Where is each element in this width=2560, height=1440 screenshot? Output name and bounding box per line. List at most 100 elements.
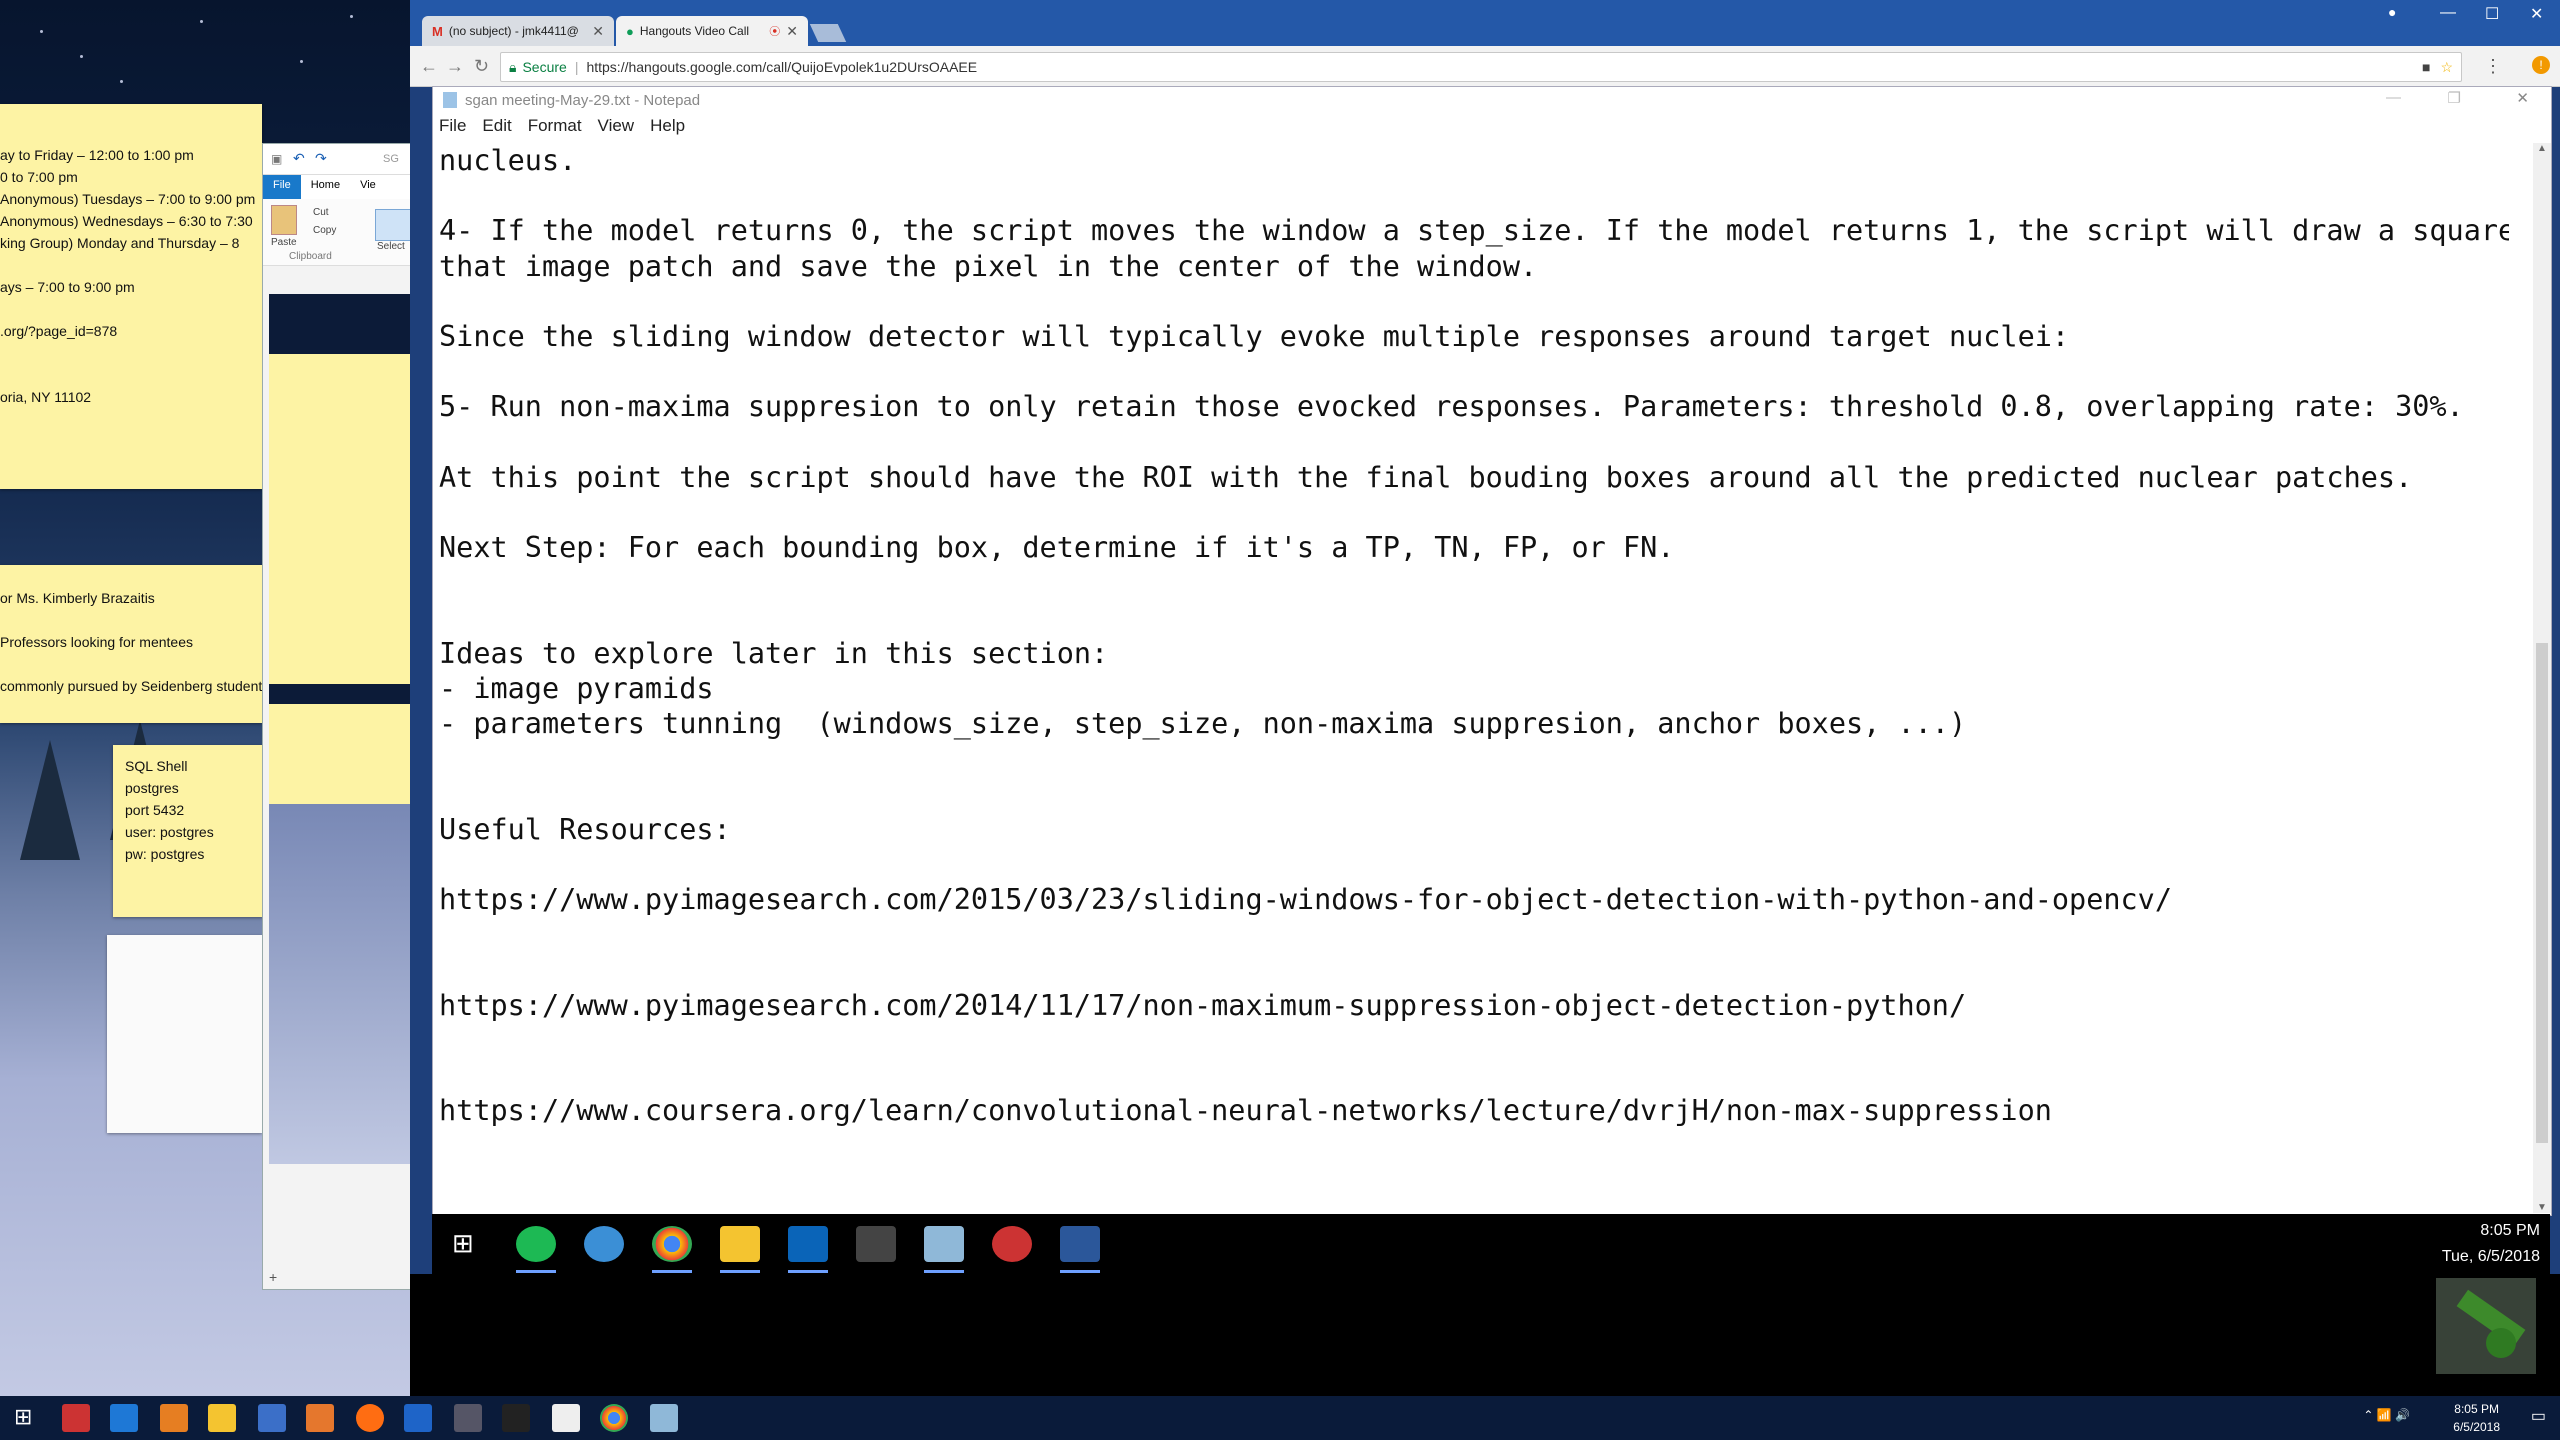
sticky-line	[0, 609, 262, 631]
restore-icon[interactable]: ❐	[2448, 89, 2461, 107]
paste-button[interactable]: Paste	[271, 237, 297, 248]
host-time: 8:05 PM	[2454, 1402, 2499, 1416]
app-icon[interactable]	[258, 1404, 286, 1432]
app-icon[interactable]	[454, 1404, 482, 1432]
preview-pane	[269, 294, 411, 1164]
select-icon[interactable]	[375, 209, 411, 241]
profile-icon[interactable]: ●	[2388, 4, 2396, 20]
chrome-icon[interactable]	[652, 1226, 692, 1262]
notepad-title: sgan meeting-May-29.txt - Notepad	[465, 91, 701, 109]
paste-icon[interactable]	[271, 205, 297, 235]
tab-home[interactable]: Home	[301, 175, 350, 199]
hangouts-icon: ●	[626, 23, 634, 39]
gmail-icon: M	[432, 23, 443, 39]
word-icon[interactable]	[1060, 1226, 1100, 1262]
firefox-icon[interactable]	[356, 1404, 384, 1432]
ribbon: Paste Cut Copy Select Clipboard	[263, 199, 411, 266]
app-icon[interactable]	[306, 1404, 334, 1432]
close-window-icon[interactable]: ✕	[2530, 4, 2543, 24]
tab-hangouts[interactable]: ● Hangouts Video Call ⦿ ✕	[616, 16, 808, 46]
close-icon[interactable]: ✕	[786, 23, 798, 40]
app-icon[interactable]	[404, 1404, 432, 1432]
back-icon[interactable]: ←	[420, 56, 438, 77]
vscode-icon[interactable]	[788, 1226, 828, 1262]
minimize-icon[interactable]: —	[2386, 89, 2401, 106]
sticky-note-sql-shell[interactable]: SQL Shell postgres port 5432 user: postgres…	[113, 745, 263, 917]
system-tray-icons[interactable]: ⌃ 📶 🔊	[2363, 1408, 2410, 1422]
sticky-line: .org/?page_id=878	[0, 323, 118, 339]
menu-file[interactable]: File	[439, 116, 466, 136]
sticky-note-mentoring[interactable]: or Ms. Kimberly Brazaitis Professors loo…	[0, 565, 269, 723]
star-icon[interactable]: ☆	[2440, 59, 2453, 76]
menu-icon[interactable]: ⋮	[2484, 56, 2502, 77]
minimize-icon[interactable]: —	[2440, 4, 2456, 22]
close-icon[interactable]: ✕	[592, 23, 604, 40]
tab-view[interactable]: Vie	[350, 175, 386, 199]
notepad-text-area[interactable]: nucleus. 4- If the model returns 0, the …	[439, 143, 2509, 1203]
tab-file[interactable]: File	[263, 175, 301, 199]
select-button[interactable]: Select	[377, 241, 405, 252]
update-icon[interactable]: !	[2532, 56, 2550, 74]
address-bar[interactable]: 🔒︎ Secure | https://hangouts.google.com/…	[500, 52, 2462, 82]
settings-app-icon[interactable]	[992, 1226, 1032, 1262]
add-icon[interactable]: +	[269, 1269, 277, 1285]
menu-help[interactable]: Help	[650, 116, 685, 136]
secure-label: Secure	[522, 59, 567, 75]
edge-icon[interactable]	[110, 1404, 138, 1432]
file-explorer-icon[interactable]	[208, 1404, 236, 1432]
sticky-line	[0, 254, 262, 276]
vertical-scrollbar[interactable]: ▲ ▼	[2533, 143, 2551, 1213]
blank-note[interactable]	[107, 935, 262, 1133]
cut-button[interactable]: Cut	[313, 207, 329, 218]
sticky-line: pw: postgres	[125, 846, 205, 862]
windows-start-icon[interactable]: ⊞	[14, 1404, 32, 1430]
menu-edit[interactable]: Edit	[482, 116, 511, 136]
settings-app-icon[interactable]	[650, 1404, 678, 1432]
file-explorer-window[interactable]: ▣ ↶ ↷ SG File Home Vie Paste Cut Copy Se…	[262, 143, 412, 1290]
camera-icon[interactable]: ■	[2422, 59, 2430, 75]
notes-icon[interactable]	[552, 1404, 580, 1432]
host-taskbar: ⊞ ⌃ 📶 🔊 8:05 PM 6/5/2018 ▭	[0, 1396, 2560, 1440]
video-call-area	[410, 1274, 2560, 1396]
self-video-preview[interactable]	[2436, 1278, 2536, 1374]
forward-icon[interactable]: →	[446, 56, 464, 77]
menu-view[interactable]: View	[598, 116, 635, 136]
terminal-icon[interactable]	[502, 1404, 530, 1432]
spotify-icon[interactable]	[516, 1226, 556, 1262]
clipboard-group-label: Clipboard	[289, 251, 332, 262]
scroll-up-icon[interactable]: ▲	[2537, 143, 2547, 154]
windows-start-icon[interactable]: ⊞	[452, 1228, 474, 1259]
sticky-note-schedule[interactable]: ay to Friday – 12:00 to 1:00 pm 0 to 7:00…	[0, 104, 262, 489]
shared-clock: 8:05 PM Tue, 6/5/2018	[2442, 1218, 2540, 1270]
host-clock[interactable]: 8:05 PM 6/5/2018	[2453, 1400, 2500, 1436]
lock-icon: 🔒︎	[509, 58, 517, 75]
notepad-taskbar-icon[interactable]	[924, 1226, 964, 1262]
close-icon[interactable]: ✕	[2516, 89, 2529, 107]
reload-icon[interactable]: ↻	[474, 56, 489, 77]
sticky-line: postgres	[125, 780, 179, 796]
save-icon[interactable]: ▣	[271, 152, 282, 166]
chrome-icon[interactable]	[600, 1404, 628, 1432]
scrollbar-thumb[interactable]	[2536, 643, 2548, 1143]
notifications-icon[interactable]: ▭	[2531, 1406, 2546, 1426]
app-icon[interactable]	[584, 1226, 624, 1262]
app-icon[interactable]	[62, 1404, 90, 1432]
new-tab-button[interactable]	[809, 24, 847, 42]
menu-format[interactable]: Format	[528, 116, 582, 136]
maximize-icon[interactable]: ☐	[2485, 4, 2499, 24]
sticky-note-text: or Ms. Kimberly Brazaitis Professors loo…	[0, 587, 269, 697]
redo-icon[interactable]: ↷	[315, 150, 327, 167]
copy-button[interactable]: Copy	[313, 225, 336, 236]
file-explorer-icon[interactable]	[720, 1226, 760, 1262]
notepad-window[interactable]: sgan meeting-May-29.txt - Notepad — ❐ ✕ …	[432, 86, 2552, 1216]
sublime-icon[interactable]	[160, 1404, 188, 1432]
undo-icon[interactable]: ↶	[293, 150, 305, 167]
sticky-line: ays – 7:00 to 9:00 pm	[0, 279, 135, 295]
sticky-line: SQL Shell	[125, 758, 188, 774]
terminal-icon[interactable]	[856, 1226, 896, 1262]
sticky-line: user: postgres	[125, 824, 214, 840]
scroll-down-icon[interactable]: ▼	[2537, 1202, 2547, 1213]
sticky-line: 0 to 7:00 pm	[0, 169, 78, 185]
tab-strip: M (no subject) - jmk4411@ ✕ ● Hangouts V…	[410, 0, 2560, 46]
tab-gmail[interactable]: M (no subject) - jmk4411@ ✕	[422, 16, 614, 46]
